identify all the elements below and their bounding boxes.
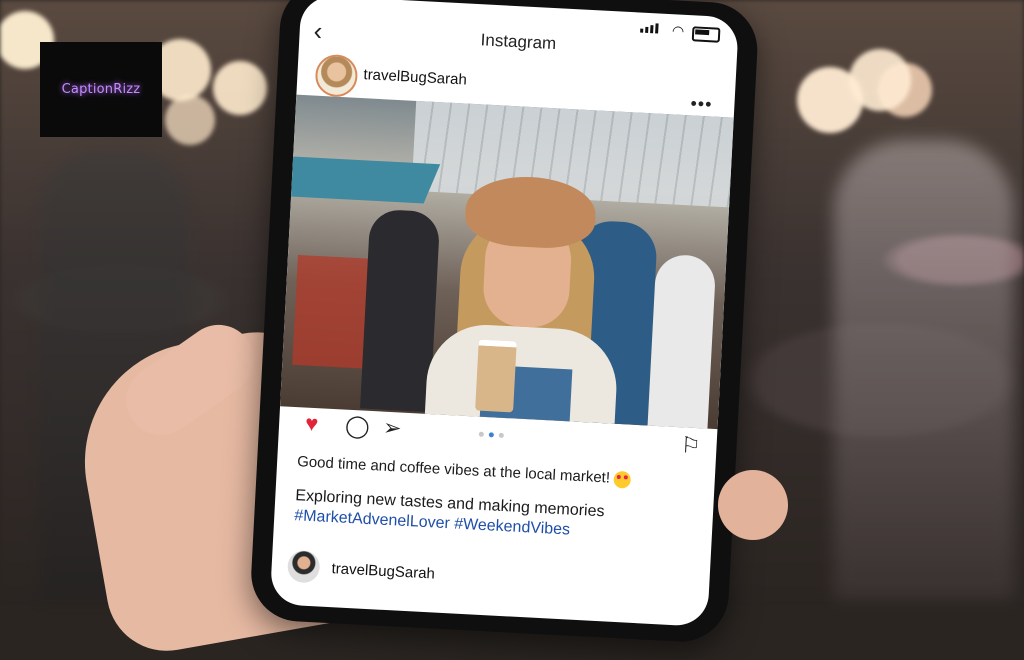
avatar[interactable] bbox=[314, 53, 359, 98]
caption-text: Good time and coffee vibes at the local … bbox=[296, 453, 611, 487]
logo-text: CaptionRizz bbox=[61, 82, 141, 97]
send-icon[interactable]: ➢ bbox=[382, 415, 402, 442]
hat bbox=[463, 173, 598, 251]
captionrizz-logo: CaptionRizz bbox=[40, 42, 162, 137]
comment-icon[interactable]: ◯ bbox=[344, 413, 370, 440]
carousel-indicator bbox=[478, 431, 504, 438]
carousel-dot-active bbox=[488, 432, 494, 438]
finger bbox=[718, 470, 788, 540]
caption-line: Good time and coffee vibes at the local … bbox=[297, 453, 699, 492]
coffee-cup bbox=[475, 339, 517, 413]
post-username[interactable]: travelBugSarah bbox=[363, 66, 467, 88]
comment-row: travelBugSarah bbox=[286, 549, 694, 611]
woman-with-coffee bbox=[404, 171, 620, 430]
carousel-dot bbox=[478, 431, 484, 437]
post-caption: Good time and coffee vibes at the local … bbox=[294, 453, 699, 545]
phone-screen: ◠ ‹ Instagram travelBugSarah ••• ♥ ◯ ➢ ⚐… bbox=[269, 0, 740, 627]
background-person bbox=[834, 140, 1014, 600]
heart-icon[interactable]: ♥ bbox=[305, 411, 319, 438]
carousel-dot bbox=[498, 432, 504, 438]
smartphone: ◠ ‹ Instagram travelBugSarah ••• ♥ ◯ ➢ ⚐… bbox=[248, 0, 760, 644]
avatar[interactable] bbox=[286, 549, 321, 584]
heart-eyes-emoji-icon bbox=[613, 470, 632, 489]
background-person bbox=[647, 253, 717, 430]
bookmark-icon[interactable]: ⚐ bbox=[680, 432, 701, 459]
post-photo[interactable] bbox=[280, 94, 734, 430]
signal-icon bbox=[640, 23, 659, 34]
footer-username[interactable]: travelBugSarah bbox=[331, 560, 435, 582]
more-options-icon[interactable]: ••• bbox=[690, 93, 713, 115]
